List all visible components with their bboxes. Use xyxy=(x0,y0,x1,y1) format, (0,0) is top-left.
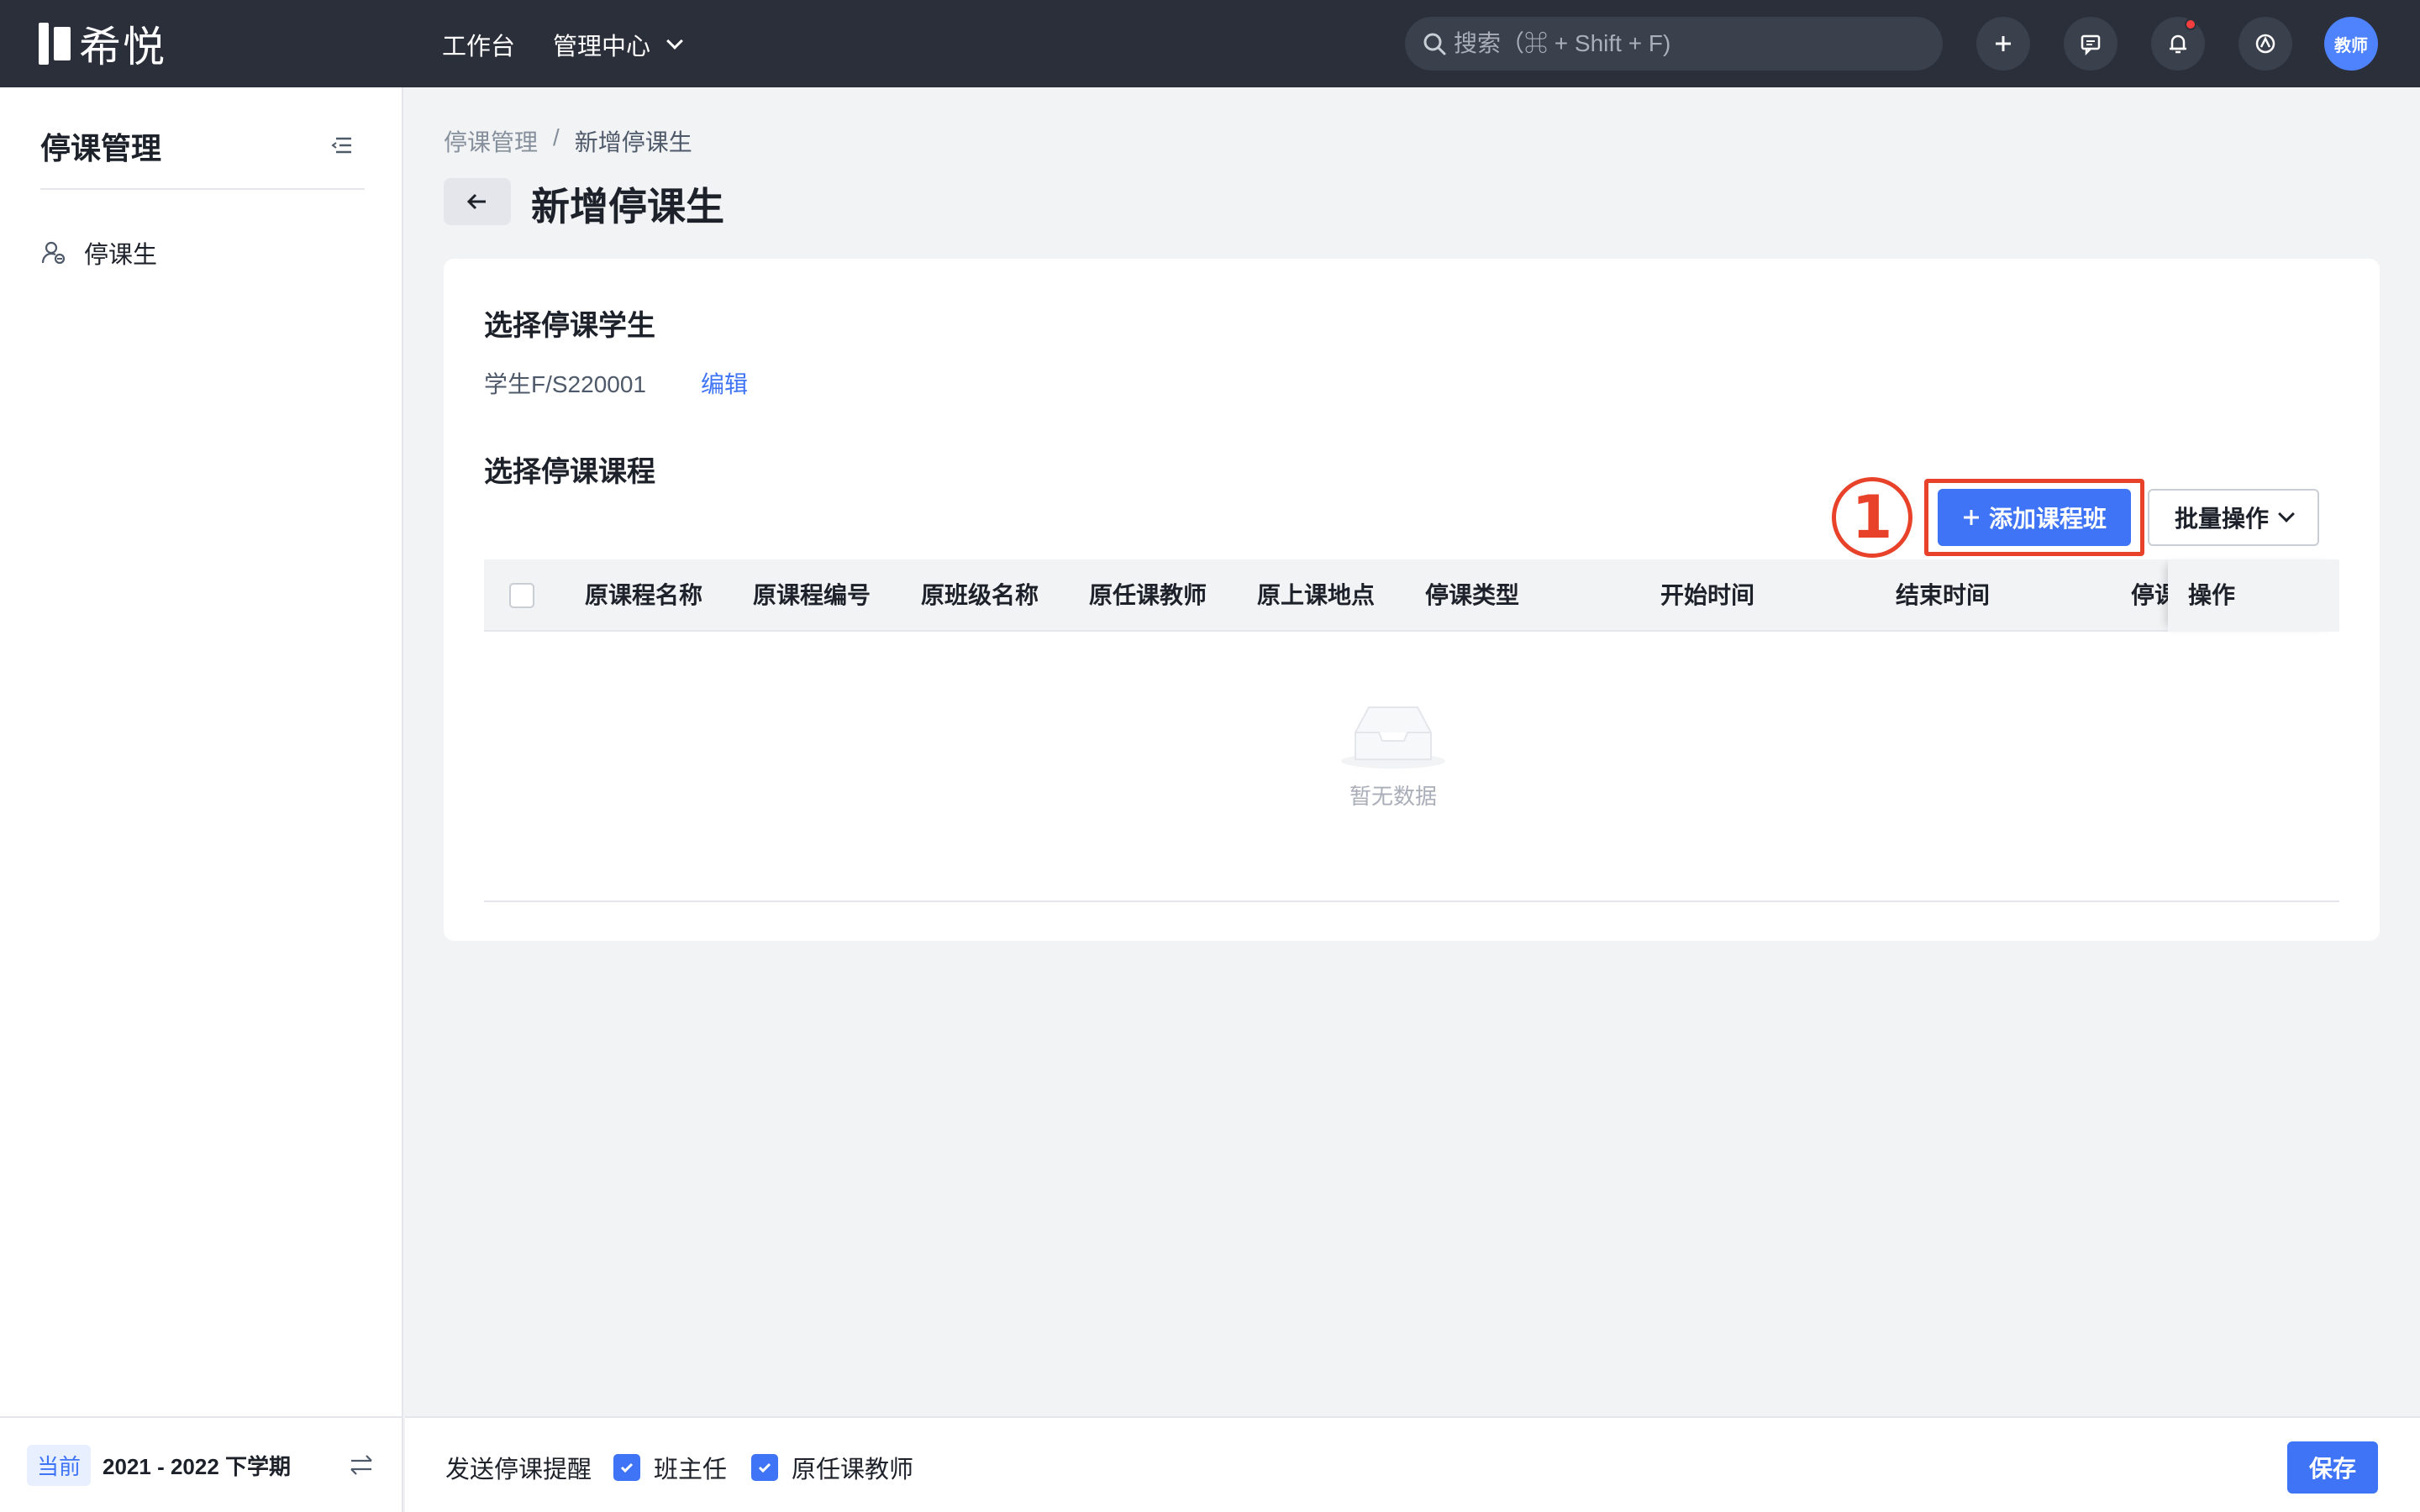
notify-original-teacher-checkbox[interactable]: 原任课教师 xyxy=(751,1450,913,1485)
form-card: 选择停课学生 学生F/S220001 编辑 选择停课课程 1 添加课程班 批量操… xyxy=(444,259,2380,941)
current-badge: 当前 xyxy=(27,1444,92,1486)
plus-icon xyxy=(1996,36,2011,51)
notify-class-teacher-checkbox[interactable]: 班主任 xyxy=(613,1450,727,1485)
sidebar-item-suspended-students[interactable]: 停课生 xyxy=(40,235,157,270)
message-icon xyxy=(2081,34,2101,55)
term-label: 2021 - 2022 下学期 xyxy=(103,1453,292,1479)
checkbox-label: 班主任 xyxy=(654,1457,728,1483)
add-course-class-button[interactable]: 添加课程班 xyxy=(1938,489,2131,546)
column-header: 开始时间 xyxy=(1660,582,1755,608)
column-header: 停课类型 xyxy=(1425,582,1520,608)
column-header: 原课程编号 xyxy=(753,582,871,608)
column-header: 结束时间 xyxy=(1896,582,1991,608)
column-header: 操作 xyxy=(2188,582,2236,608)
term-switcher[interactable]: 当前 2021 - 2022 下学期 xyxy=(0,1416,403,1512)
column-header: 原上课地点 xyxy=(1257,582,1376,608)
app-center-button[interactable] xyxy=(2238,17,2292,71)
plus-icon xyxy=(1963,510,1979,525)
search-icon xyxy=(1423,33,1446,55)
column-header: 停课 xyxy=(2131,582,2168,608)
checkbox-label: 原任课教师 xyxy=(792,1457,914,1483)
back-button[interactable] xyxy=(444,178,511,225)
user-avatar[interactable]: 教师 xyxy=(2324,17,2378,71)
breadcrumb-parent[interactable]: 停课管理 xyxy=(444,124,538,158)
logo-text: 希悦 xyxy=(79,24,166,71)
logo-mark-icon xyxy=(39,23,71,65)
arrow-left-icon xyxy=(466,193,486,210)
breadcrumb: 停课管理 / 新增停课生 xyxy=(444,124,692,158)
messages-button[interactable] xyxy=(2064,17,2118,71)
batch-operation-dropdown[interactable]: 批量操作 xyxy=(2148,489,2319,546)
batch-operation-label: 批量操作 xyxy=(2174,506,2269,532)
course-section-title: 选择停课课程 xyxy=(484,456,655,488)
notifications-button[interactable] xyxy=(2151,17,2205,71)
send-reminder-label: 发送停课提醒 xyxy=(445,1457,592,1483)
operation-column-header: 操作 xyxy=(2168,559,2339,632)
chevron-down-icon xyxy=(666,33,683,50)
empty-text: 暂无数据 xyxy=(1349,784,1437,809)
selected-student: 学生F/S220001 xyxy=(484,371,646,397)
add-course-class-label: 添加课程班 xyxy=(1988,506,2107,532)
course-table-header: 原课程名称 原课程编号 原班级名称 原任课教师 原上课地点 停课类型 开始时间 … xyxy=(484,559,2339,632)
bell-icon xyxy=(2170,34,2186,54)
footer-action-bar: 发送停课提醒 班主任 原任课教师 保存 xyxy=(405,1416,2420,1512)
checkbox-checked-icon[interactable] xyxy=(613,1454,640,1481)
notification-dot xyxy=(2185,18,2196,30)
user-manage-icon xyxy=(41,241,66,265)
breadcrumb-current: 新增停课生 xyxy=(574,129,692,155)
app-logo[interactable]: 希悦 xyxy=(39,20,166,71)
sidebar-title: 停课管理 xyxy=(40,131,162,165)
swap-icon[interactable] xyxy=(348,1452,375,1478)
select-all-checkbox[interactable] xyxy=(509,583,534,608)
top-navigation-bar: 希悦 工作台 管理中心 教师 xyxy=(0,0,2420,87)
student-section-title: 选择停课学生 xyxy=(484,310,655,342)
edit-student-link[interactable]: 编辑 xyxy=(701,366,748,400)
column-header: 原任课教师 xyxy=(1089,582,1207,608)
chevron-down-icon xyxy=(2278,506,2295,522)
table-bottom-border xyxy=(484,900,2339,902)
sidebar-item-label: 停课生 xyxy=(84,242,158,269)
nav-admin-center-label: 管理中心 xyxy=(553,34,651,60)
search-input[interactable] xyxy=(1454,30,1924,57)
empty-inbox-icon xyxy=(1341,706,1445,769)
sidebar-divider xyxy=(40,188,365,190)
create-button[interactable] xyxy=(1976,17,2030,71)
nav-workbench[interactable]: 工作台 xyxy=(442,27,515,62)
page-title: 新增停课生 xyxy=(531,185,724,228)
step-annotation-marker: 1 xyxy=(1832,477,1912,558)
save-button[interactable]: 保存 xyxy=(2287,1441,2378,1494)
column-header: 原课程名称 xyxy=(585,582,703,608)
nav-admin-center[interactable]: 管理中心 xyxy=(553,27,683,62)
column-header: 原班级名称 xyxy=(921,582,1039,608)
sidebar: 停课管理 停课生 当前 2021 - 2022 下学期 xyxy=(0,87,403,1512)
checkbox-checked-icon[interactable] xyxy=(751,1454,778,1481)
global-search[interactable] xyxy=(1405,17,1943,71)
app-circle-icon xyxy=(2255,34,2275,54)
breadcrumb-separator: / xyxy=(553,124,560,150)
empty-state: 暂无数据 xyxy=(1326,701,1460,811)
collapse-menu-icon[interactable] xyxy=(329,133,355,162)
